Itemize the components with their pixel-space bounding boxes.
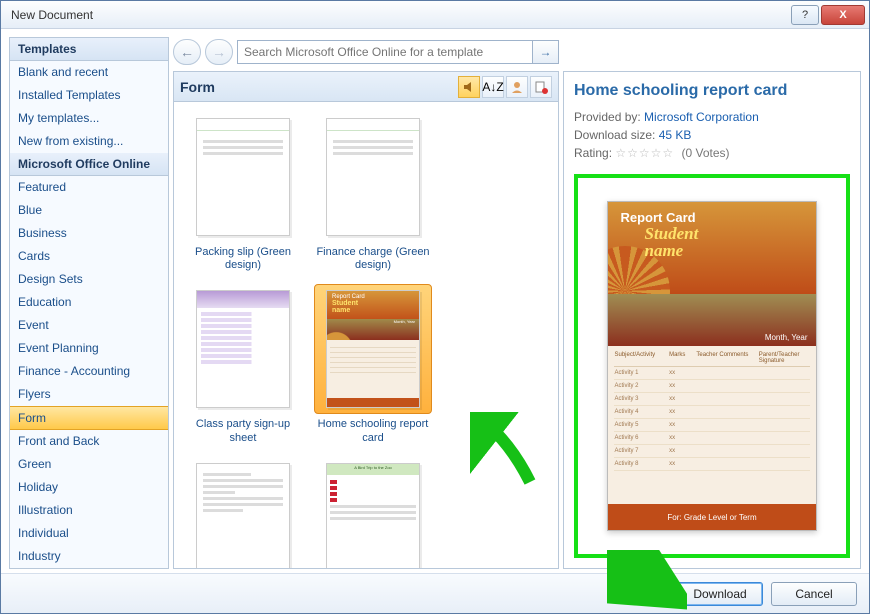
sidebar-header-online: Microsoft Office Online [10, 153, 168, 176]
annotation-arrow-icon [470, 412, 540, 492]
preview-pane: Home schooling report card Provided by: … [563, 71, 861, 569]
preview-table: Subject/ActivityMarksTeacher CommentsPar… [608, 346, 815, 504]
rating-row: Rating: ☆☆☆☆☆ (0 Votes) [574, 146, 850, 160]
preview-title: Home schooling report card [574, 82, 850, 100]
sidebar-item[interactable]: Event [10, 314, 168, 337]
preview-heading: Report Card [608, 202, 815, 225]
label: Provided by: [574, 110, 641, 124]
content-area: Templates Blank and recent Installed Tem… [1, 29, 869, 573]
middle-column: ← → → Form A↓Z [173, 37, 559, 569]
template-label: Packing slip (Green design) [184, 246, 302, 272]
template-label: Class party sign-up sheet [184, 418, 302, 444]
dialog-footer: Download Cancel [1, 573, 869, 613]
help-button[interactable]: ? [791, 5, 819, 25]
template-label: Finance charge (Green design) [314, 246, 432, 272]
sort-icon[interactable] [458, 76, 480, 98]
provided-row: Provided by: Microsoft Corporation [574, 110, 850, 124]
sidebar-item[interactable]: Green [10, 453, 168, 476]
sidebar-item[interactable]: Blue [10, 199, 168, 222]
sidebar-header-templates: Templates [10, 38, 168, 61]
sort-az-button[interactable]: A↓Z [482, 76, 504, 98]
template-gallery-pane: Form A↓Z Packing slip (Green [173, 71, 559, 569]
sidebar-item[interactable]: Holiday [10, 476, 168, 499]
preview-page: Report Card Studentname Month, Year Subj… [607, 201, 816, 532]
template-item[interactable]: Packing slip (Green design) [178, 106, 308, 278]
sidebar-item[interactable]: My templates... [10, 107, 168, 130]
votes-count: (0 Votes) [682, 146, 730, 160]
sidebar-item[interactable]: Installed Templates [10, 84, 168, 107]
sidebar-item[interactable]: Design Sets [10, 268, 168, 291]
sidebar-item[interactable]: Illustration [10, 499, 168, 522]
template-item[interactable]: School field trip permission slip [178, 451, 308, 568]
preview-subtitle: Month, Year [765, 333, 808, 342]
sidebar-item[interactable]: Individual [10, 522, 168, 545]
sidebar-item[interactable]: Front and Back [10, 430, 168, 453]
sidebar-item[interactable]: New from existing... [10, 130, 168, 153]
template-label: Home schooling report card [314, 418, 432, 444]
template-item[interactable]: A Bird Trip to the Zoo Field trip permis… [308, 451, 438, 568]
size-row: Download size: 45 KB [574, 128, 850, 142]
sidebar-item[interactable]: Featured [10, 176, 168, 199]
download-size-value: 45 KB [659, 128, 692, 142]
search-go-button[interactable]: → [533, 40, 559, 64]
forward-button[interactable]: → [205, 39, 233, 65]
star-rating-icon[interactable]: ☆☆☆☆☆ [615, 146, 674, 160]
person-icon [510, 80, 524, 94]
sidebar-item[interactable]: Event Planning [10, 337, 168, 360]
gallery-heading: Form [180, 79, 456, 95]
page-remove-icon [534, 80, 548, 94]
template-item-selected[interactable]: Report CardStudentname Month, Year Home … [308, 278, 438, 450]
category-sidebar: Templates Blank and recent Installed Tem… [9, 37, 169, 569]
back-button[interactable]: ← [173, 39, 201, 65]
gallery-header: Form A↓Z [174, 72, 558, 102]
template-item[interactable]: Class party sign-up sheet [178, 278, 308, 450]
close-button[interactable]: X [821, 5, 865, 25]
sidebar-item[interactable]: Cards [10, 245, 168, 268]
sidebar-item[interactable]: Blank and recent [10, 61, 168, 84]
sidebar-item[interactable]: Flyers [10, 383, 168, 406]
label: Rating: [574, 146, 612, 160]
sidebar-item[interactable]: Industry [10, 545, 168, 568]
label: Download size: [574, 128, 655, 142]
search-input[interactable] [237, 40, 533, 64]
topbar: ← → → [173, 37, 559, 71]
window-title: New Document [5, 8, 789, 22]
user-icon[interactable] [506, 76, 528, 98]
titlebar: New Document ? X [1, 1, 869, 29]
remove-icon[interactable] [530, 76, 552, 98]
sidebar-item[interactable]: Education [10, 291, 168, 314]
speaker-icon [462, 80, 476, 94]
sidebar-item-form[interactable]: Form [10, 406, 168, 430]
template-gallery: Packing slip (Green design) Finance char… [174, 102, 558, 568]
preview-footer: For: Grade Level or Term [608, 504, 815, 530]
search-wrap: → [237, 40, 559, 64]
new-document-dialog: New Document ? X Templates Blank and rec… [0, 0, 870, 614]
download-button[interactable]: Download [677, 582, 763, 606]
sidebar-item[interactable]: Business [10, 222, 168, 245]
provided-by-link[interactable]: Microsoft Corporation [644, 110, 759, 124]
preview-frame: Report Card Studentname Month, Year Subj… [574, 174, 850, 558]
preview-student-name: Studentname [608, 225, 815, 261]
template-item[interactable]: Finance charge (Green design) [308, 106, 438, 278]
cancel-button[interactable]: Cancel [771, 582, 857, 606]
sidebar-item[interactable]: Finance - Accounting [10, 360, 168, 383]
